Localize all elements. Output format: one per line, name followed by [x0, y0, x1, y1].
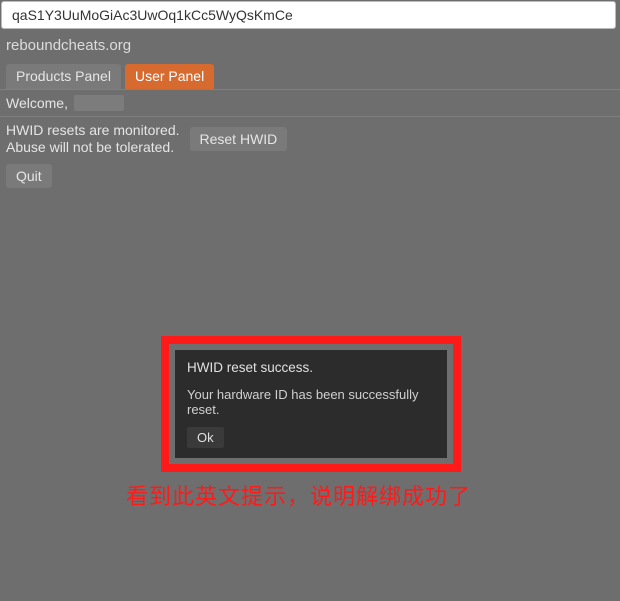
- hwid-warning-line2: Abuse will not be tolerated.: [6, 139, 180, 156]
- address-bar[interactable]: qaS1Y3UuMoGiAc3UwOq1kCc5WyQsKmCe: [1, 1, 616, 29]
- username-redacted: [74, 95, 124, 111]
- hwid-reset-dialog: HWID reset success. Your hardware ID has…: [175, 350, 447, 458]
- quit-button[interactable]: Quit: [6, 164, 52, 188]
- address-bar-text: qaS1Y3UuMoGiAc3UwOq1kCc5WyQsKmCe: [12, 7, 293, 23]
- tab-label: Products Panel: [16, 68, 111, 84]
- reset-hwid-label: Reset HWID: [200, 131, 278, 147]
- reset-hwid-button[interactable]: Reset HWID: [190, 127, 288, 151]
- tabs: Products Panel User Panel: [0, 60, 620, 90]
- dialog-ok-button[interactable]: Ok: [187, 427, 224, 448]
- site-name: reboundcheats.org: [6, 37, 131, 54]
- welcome-row: Welcome,: [0, 90, 620, 117]
- quit-row: Quit: [0, 158, 620, 194]
- tab-user-panel[interactable]: User Panel: [125, 64, 214, 89]
- quit-label: Quit: [16, 168, 42, 184]
- tab-label: User Panel: [135, 68, 204, 84]
- dialog-ok-label: Ok: [197, 430, 214, 445]
- annotation-caption: 看到此英文提示，说明解绑成功了: [126, 479, 471, 511]
- annotation-highlight-box: HWID reset success. Your hardware ID has…: [161, 336, 461, 472]
- hwid-warning-line1: HWID resets are monitored.: [6, 122, 180, 139]
- hwid-row: HWID resets are monitored. Abuse will no…: [0, 117, 620, 158]
- welcome-prefix: Welcome,: [6, 95, 68, 111]
- dialog-title: HWID reset success.: [187, 360, 435, 375]
- dialog-body: Your hardware ID has been successfully r…: [187, 387, 435, 417]
- hwid-warning: HWID resets are monitored. Abuse will no…: [6, 122, 180, 156]
- tab-products-panel[interactable]: Products Panel: [6, 64, 121, 89]
- app-site-header: reboundcheats.org: [0, 31, 620, 60]
